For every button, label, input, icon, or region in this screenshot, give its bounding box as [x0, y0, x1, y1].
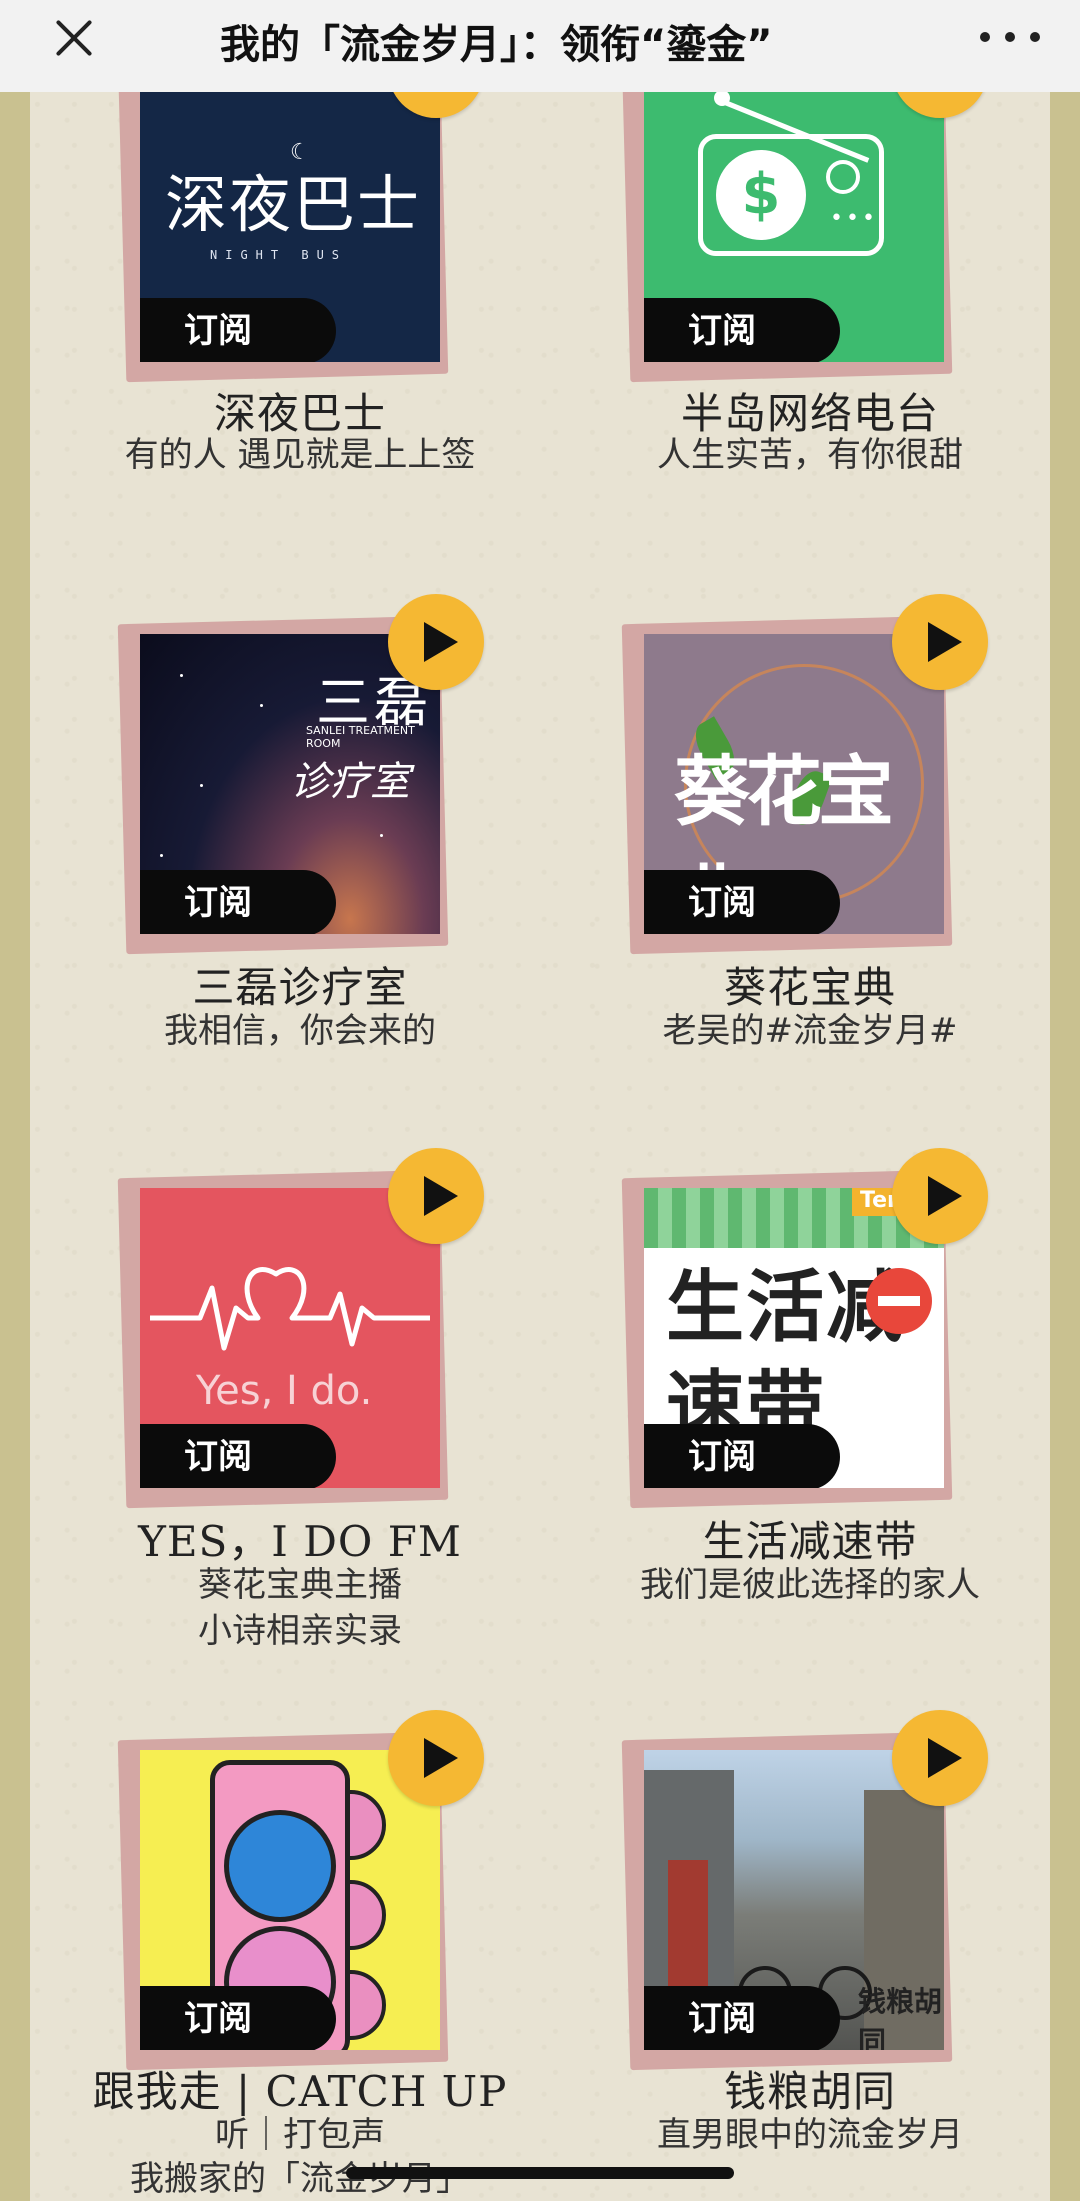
home-indicator[interactable]	[346, 2167, 734, 2179]
subscribe-button[interactable]: 订阅	[644, 298, 840, 362]
cover-title: 钱粮胡同	[858, 1985, 943, 2050]
play-icon[interactable]	[892, 1148, 988, 1244]
subscribe-button[interactable]: 订阅	[140, 1424, 336, 1488]
podcast-title: 钱粮胡同	[723, 2067, 896, 2116]
podcast-title: 葵花宝典	[723, 963, 896, 1012]
play-icon[interactable]	[388, 594, 484, 690]
no-entry-icon	[866, 1268, 932, 1334]
play-icon[interactable]	[388, 1710, 484, 1806]
podcast-description: 老吴的#流金岁月#	[662, 1011, 958, 1051]
hand-icon	[224, 1810, 336, 1922]
podcast-description: 我相信，你会来的	[164, 1011, 436, 1051]
more-dots-icon[interactable]	[980, 12, 1040, 62]
cover-subtitle: NIGHT BUS	[210, 248, 348, 262]
cover-image[interactable]: TenS 生活减速带 订阅	[644, 1188, 944, 1488]
podcast-description: 我们是彼此选择的家人	[640, 1565, 980, 1605]
podcast-description: 人生实苦，有你很甜	[657, 435, 963, 475]
podcast-title: 三磊诊疗室	[192, 963, 408, 1012]
subscribe-button[interactable]: 订阅	[140, 1986, 336, 2050]
podcast-card-8[interactable]: 钱粮胡同 订阅 钱粮胡同 直男眼中的流金岁月	[570, 1710, 1050, 2201]
podcast-card-1[interactable]: ☾ 深夜巴士 NIGHT BUS 订阅 深夜巴士 有的人 遇见就是上上签	[60, 22, 540, 492]
play-icon[interactable]	[892, 1710, 988, 1806]
subscribe-button[interactable]: 订阅	[140, 298, 336, 362]
heart-icon	[150, 1267, 430, 1351]
cover-image[interactable]: 三磊 SANLEI TREATMENT ROOM 诊疗室 订阅	[140, 634, 440, 934]
close-icon[interactable]	[48, 12, 100, 64]
podcast-card-2[interactable]: $ ••• 订阅 半岛网络电台 人生实苦，有你很甜	[570, 22, 1050, 492]
play-icon[interactable]	[388, 1148, 484, 1244]
podcast-description: 听｜打包声	[215, 2115, 385, 2155]
cover-title: 深夜巴士	[164, 168, 421, 241]
cover-title-2: 诊疗室	[290, 759, 410, 805]
podcast-title: 跟我走 | CATCH UP	[92, 2067, 508, 2116]
podcast-card-4[interactable]: 葵花宝典 订阅 葵花宝典 老吴的#流金岁月#	[570, 594, 1050, 1054]
subscribe-button[interactable]: 订阅	[140, 870, 336, 934]
cover-image[interactable]: $ ••• 订阅	[644, 62, 944, 362]
podcast-title: YES，I DO FM	[138, 1517, 462, 1566]
top-bar: 我的「流金岁月」：领衔“鎏金”	[0, 0, 1080, 92]
podcast-card-6[interactable]: TenS 生活减速带 订阅 生活减速带 我们是彼此选择的家人	[570, 1148, 1050, 1668]
page-title: 我的「流金岁月」：领衔“鎏金”	[220, 22, 773, 68]
cover-logo: $	[716, 150, 806, 240]
play-icon[interactable]	[892, 594, 988, 690]
podcast-description: 葵花宝典主播	[198, 1565, 402, 1605]
page-frame-right	[1050, 92, 1080, 2201]
cover-subtitle: SANLEI TREATMENT ROOM	[306, 724, 415, 750]
podcast-card-5[interactable]: Yes, I do. 订阅 YES，I DO FM 葵花宝典主播 小诗相亲实录	[60, 1148, 540, 1668]
podcast-description: 有的人 遇见就是上上签	[124, 435, 476, 475]
cover-image[interactable]: 订阅	[140, 1750, 440, 2050]
podcast-card-7[interactable]: 订阅 跟我走 | CATCH UP 听｜打包声 我搬家的「流金岁月」	[60, 1710, 540, 2201]
cover-title: Yes, I do.	[196, 1368, 373, 1414]
podcast-title: 生活减速带	[702, 1517, 918, 1566]
subscribe-button[interactable]: 订阅	[644, 1986, 840, 2050]
podcast-description-2: 小诗相亲实录	[198, 1611, 402, 1651]
podcast-description: 直男眼中的流金岁月	[657, 2115, 963, 2155]
cover-image[interactable]: ☾ 深夜巴士 NIGHT BUS 订阅	[140, 62, 440, 362]
page-frame-left	[0, 92, 30, 2201]
cover-image[interactable]: Yes, I do. 订阅	[140, 1188, 440, 1488]
subscribe-button[interactable]: 订阅	[644, 1424, 840, 1488]
article-body: ☾ 深夜巴士 NIGHT BUS 订阅 深夜巴士 有的人 遇见就是上上签 $ •…	[30, 22, 1050, 2201]
subscribe-button[interactable]: 订阅	[644, 870, 840, 934]
cover-image[interactable]: 钱粮胡同 订阅	[644, 1750, 944, 2050]
podcast-card-3[interactable]: 三磊 SANLEI TREATMENT ROOM 诊疗室 订阅 三磊诊疗室 我相…	[60, 594, 540, 1054]
cover-image[interactable]: 葵花宝典 订阅	[644, 634, 944, 934]
